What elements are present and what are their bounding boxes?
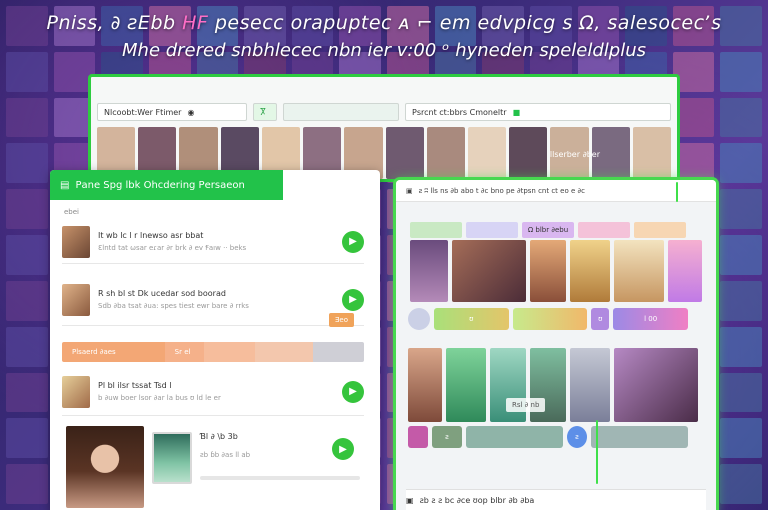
mosaic-tile [720, 280, 762, 321]
thumbnail [62, 225, 90, 258]
mosaic-tile [6, 280, 48, 321]
right-panel-tabs: Ω blbr ∂ebu [410, 222, 686, 238]
portrait-thumbnail[interactable] [152, 432, 192, 484]
back-window-toolbar: Nlcoobt:Wer Ftimer ◉ Ⴟ Рsrcnt ct:bbrs Cm… [97, 101, 671, 123]
image-tile[interactable] [530, 240, 566, 302]
image-tile[interactable] [408, 348, 442, 422]
mosaic-tile [720, 143, 762, 184]
menu-icon[interactable]: ▤ [60, 180, 69, 191]
strip-label: llserber ∂ber [549, 150, 600, 159]
play-icon[interactable]: ▶ [342, 288, 364, 311]
mosaic-tile [720, 372, 762, 413]
info-icon: ◉ [187, 107, 195, 117]
tab[interactable] [410, 222, 462, 238]
left-panel-header: ▤ Рane Spg lbk Ohcdering Рersaeon [50, 170, 283, 200]
scrub-bar[interactable] [200, 476, 360, 480]
app-icon[interactable]: ▣ [406, 496, 414, 505]
thumbnail [62, 375, 90, 408]
image-tile[interactable] [410, 240, 448, 302]
tab[interactable] [634, 222, 686, 238]
thumbnail [62, 283, 90, 316]
segment[interactable] [466, 426, 563, 448]
connector-line [596, 420, 598, 484]
mosaic-tile [720, 235, 762, 275]
play-icon[interactable]: ▶ [332, 438, 354, 460]
tab-active[interactable]: Ω blbr ∂ebu [522, 222, 574, 238]
mosaic-tile [6, 464, 48, 504]
thumbnail[interactable] [385, 127, 424, 179]
circle-button[interactable]: ƨ [567, 426, 587, 448]
segment[interactable]: ʊ [434, 308, 509, 330]
mosaic-tile [6, 326, 48, 367]
right-panel-toolbar: ▣ ƨ ʭ lls ns ∂b abo t ∂c bno pe ∂tpsn cn… [396, 180, 716, 202]
control-bar: ʊ ʊ l 00 [408, 308, 689, 330]
right-panel-footer: ▣ ƨb ƨ ƨ bc ∂ce ʊop blbr ∂b ∂ba [406, 489, 706, 510]
image-grid [410, 240, 664, 302]
mosaic-tile [6, 189, 48, 230]
segment[interactable] [591, 426, 688, 448]
address-field[interactable] [283, 103, 399, 121]
image-tile[interactable] [614, 240, 664, 302]
headline-line-1: Pniss, ∂ ƨEbb ΗF pesecc orapuptec ᴀ ⌐ em… [46, 12, 722, 34]
list-item[interactable]: Pl bl ilsr tssat Tsd l b ∂uw boer lsor ∂… [62, 368, 364, 416]
mosaic-tile [6, 143, 48, 184]
image-tile[interactable] [452, 240, 526, 302]
progress-bar: Plsaerd ∂aes Sr el [62, 342, 364, 362]
image-grid-2 [408, 348, 704, 422]
left-panel: ▤ Рane Spg lbk Ohcdering Рersaeon ebei I… [50, 170, 380, 510]
connector-line [676, 182, 678, 202]
mosaic-tile [6, 97, 48, 138]
play-icon[interactable]: ▶ [342, 230, 364, 253]
thumbnail[interactable] [509, 127, 548, 179]
right-field[interactable]: Рsrcnt ct:bbrs Cmoneltr ■ [405, 103, 671, 121]
segment[interactable]: l 00 [613, 308, 689, 330]
segment[interactable]: ƨ [432, 426, 462, 448]
back-browser-window: Nlcoobt:Wer Ftimer ◉ Ⴟ Рsrcnt ct:bbrs Cm… [88, 74, 680, 182]
mosaic-tile [720, 189, 762, 230]
app-icon[interactable]: ▣ [406, 187, 413, 195]
orange-tag[interactable]: Ǝeo [328, 313, 354, 327]
mosaic-tile [720, 97, 762, 138]
segment[interactable] [408, 426, 428, 448]
right-panel: ▣ ƨ ʭ lls ns ∂b abo t ∂c bno pe ∂tpsn cn… [396, 180, 716, 510]
portrait-image [66, 426, 144, 508]
image-tile[interactable] [570, 348, 610, 422]
mosaic-tile [720, 326, 762, 367]
segment[interactable]: ʊ [591, 308, 610, 330]
image-tile[interactable] [570, 240, 610, 302]
image-tile[interactable] [446, 348, 486, 422]
image-tile[interactable] [614, 348, 698, 422]
image-chip: Rsl ∂ nb [506, 398, 546, 412]
list-item[interactable]: It wb lc l r lnewso asr bbat Ɛlntd tat ω… [62, 220, 364, 264]
thumbnail[interactable] [467, 127, 507, 179]
list-item[interactable]: R sh bl st Dk ucedar sod boorad Sdb ∂ba … [62, 274, 364, 326]
mosaic-tile [6, 418, 48, 459]
play-icon[interactable]: ▶ [342, 380, 364, 403]
image-tile[interactable] [668, 240, 702, 302]
tab[interactable] [578, 222, 630, 238]
control-bar-2: ƨ ƨ [408, 426, 688, 448]
left-panel-subtitle: ebei [64, 208, 80, 216]
segment[interactable] [512, 308, 588, 330]
mosaic-tile [6, 372, 48, 413]
circle-button[interactable] [408, 308, 430, 330]
mosaic-tile [720, 464, 762, 504]
mosaic-tile [6, 235, 48, 275]
headline: Pniss, ∂ ƨEbb ΗF pesecc orapuptec ᴀ ⌐ em… [0, 12, 768, 61]
headline-line-2: Мhe drered snbhlecec nbn ier v:00 ᵒ hyne… [122, 40, 646, 61]
tab[interactable] [466, 222, 518, 238]
thumbnail[interactable] [632, 127, 671, 179]
left-field[interactable]: Nlcoobt:Wer Ftimer ◉ [97, 103, 247, 121]
mosaic-tile [720, 418, 762, 459]
browser-icon[interactable]: Ⴟ [253, 103, 277, 121]
tag-icon: ■ [512, 107, 521, 117]
thumbnail[interactable] [426, 127, 465, 179]
